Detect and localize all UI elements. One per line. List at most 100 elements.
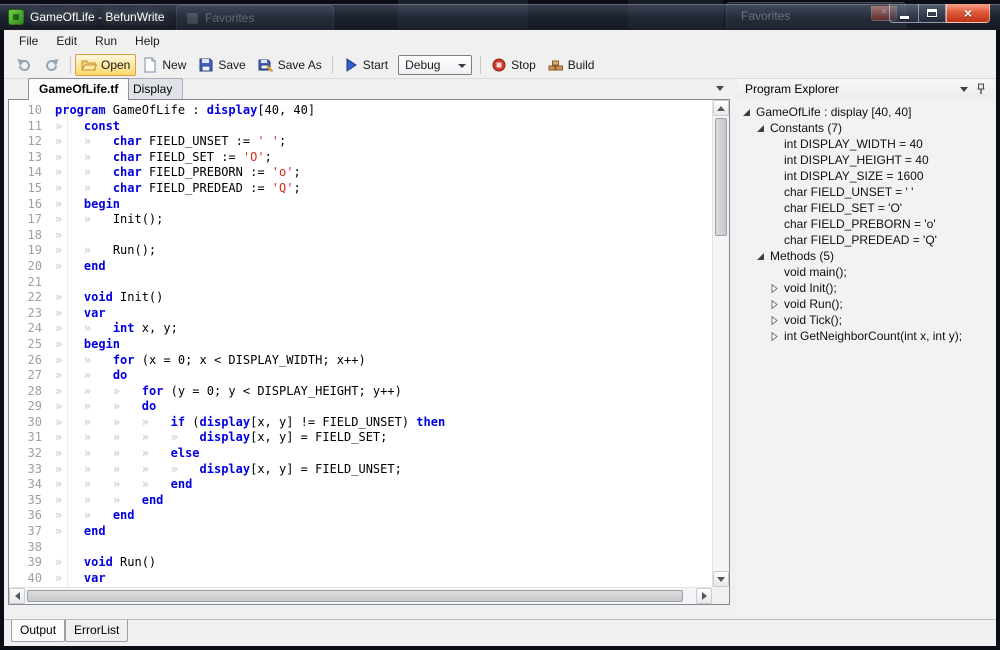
tab-overflow-chevron-icon[interactable] bbox=[716, 86, 724, 91]
tab-indent-marker: » bbox=[55, 119, 84, 133]
tab-gameoflife[interactable]: GameOfLife.tf bbox=[28, 78, 129, 100]
code-token: begin bbox=[84, 197, 120, 211]
menu-edit[interactable]: Edit bbox=[47, 31, 86, 51]
tab-indent-marker: » bbox=[55, 524, 84, 538]
tab-indent-marker: » bbox=[84, 212, 113, 226]
window-title: GameOfLife - BefunWrite bbox=[30, 10, 165, 24]
tree-item-label: void Run(); bbox=[784, 297, 843, 311]
tree-item[interactable]: int DISPLAY_SIZE = 1600 bbox=[738, 168, 994, 184]
horizontal-scrollbar[interactable] bbox=[9, 587, 712, 604]
vertical-scroll-thumb[interactable] bbox=[715, 118, 727, 236]
program-explorer-tree: GameOfLife : display [40, 40]Constants (… bbox=[738, 99, 994, 619]
expander-closed-icon[interactable] bbox=[770, 284, 783, 293]
panel-menu-chevron-icon[interactable] bbox=[960, 87, 968, 92]
menu-file[interactable]: File bbox=[10, 31, 47, 51]
redo-button[interactable] bbox=[38, 54, 66, 76]
scroll-down-button[interactable] bbox=[713, 571, 729, 587]
vertical-scrollbar[interactable] bbox=[712, 100, 729, 587]
tab-indent-marker: » bbox=[55, 165, 84, 179]
code-token: display bbox=[200, 430, 251, 444]
build-button[interactable]: Build bbox=[542, 54, 601, 76]
undo-button[interactable] bbox=[10, 54, 38, 76]
tree-item-label: int DISPLAY_SIZE = 1600 bbox=[784, 169, 924, 183]
tree-item[interactable]: void main(); bbox=[738, 264, 994, 280]
tree-item[interactable]: int DISPLAY_HEIGHT = 40 bbox=[738, 152, 994, 168]
expander-closed-icon[interactable] bbox=[770, 332, 783, 341]
tree-item[interactable]: void Run(); bbox=[738, 296, 994, 312]
line-number: 31 bbox=[9, 430, 55, 446]
tree-item[interactable]: Constants (7) bbox=[738, 120, 994, 136]
line-number: 35 bbox=[9, 493, 55, 509]
code-line: 27» » do bbox=[9, 368, 712, 384]
tree-item[interactable]: int GetNeighborCount(int x, int y); bbox=[738, 328, 994, 344]
save-as-button[interactable]: Save As bbox=[252, 54, 328, 76]
stop-button-label: Stop bbox=[511, 58, 536, 72]
expander-open-icon[interactable] bbox=[756, 252, 769, 261]
line-number: 26 bbox=[9, 353, 55, 369]
tree-item[interactable]: char FIELD_PREDEAD = 'Q' bbox=[738, 232, 994, 248]
tree-item-label: char FIELD_PREDEAD = 'Q' bbox=[784, 233, 937, 247]
tree-item[interactable]: int DISPLAY_WIDTH = 40 bbox=[738, 136, 994, 152]
tab-indent-marker: » bbox=[55, 306, 84, 320]
tab-display[interactable]: Display bbox=[122, 78, 183, 99]
close-button[interactable]: × bbox=[946, 4, 990, 23]
tree-item[interactable]: void Tick(); bbox=[738, 312, 994, 328]
tree-item[interactable]: GameOfLife : display [40, 40] bbox=[738, 104, 994, 120]
code-token: ' ' bbox=[257, 134, 279, 148]
minimize-button[interactable] bbox=[889, 4, 918, 23]
code-line: 23» var bbox=[9, 306, 712, 322]
tab-indent-marker: » bbox=[113, 415, 142, 429]
code-token: ; bbox=[265, 150, 272, 164]
scroll-left-button[interactable] bbox=[9, 588, 25, 604]
code-token: display bbox=[200, 462, 251, 476]
start-button[interactable]: Start bbox=[337, 54, 394, 76]
tab-indent-marker: » bbox=[113, 430, 142, 444]
tree-item[interactable]: char FIELD_UNSET = ' ' bbox=[738, 184, 994, 200]
scroll-up-button[interactable] bbox=[713, 100, 729, 116]
horizontal-scroll-thumb[interactable] bbox=[27, 590, 683, 602]
code-line: 18» bbox=[9, 228, 712, 244]
code-editor[interactable]: 10program GameOfLife : display[40, 40]11… bbox=[9, 100, 712, 587]
program-explorer-header[interactable]: Program Explorer bbox=[738, 79, 994, 99]
panel-splitter[interactable] bbox=[730, 79, 738, 619]
stop-button[interactable]: Stop bbox=[485, 54, 542, 76]
line-number: 37 bbox=[9, 524, 55, 540]
tree-item[interactable]: char FIELD_PREBORN = 'o' bbox=[738, 216, 994, 232]
debug-mode-select[interactable]: Debug bbox=[398, 55, 472, 75]
pin-icon[interactable] bbox=[975, 83, 986, 98]
code-token: 'O' bbox=[243, 150, 265, 164]
expander-closed-icon[interactable] bbox=[770, 300, 783, 309]
code-token: for bbox=[113, 353, 135, 367]
expander-closed-icon[interactable] bbox=[770, 316, 783, 325]
code-token: else bbox=[171, 446, 200, 460]
maximize-button[interactable] bbox=[918, 4, 946, 23]
new-button[interactable]: New bbox=[136, 54, 192, 76]
menu-help[interactable]: Help bbox=[126, 31, 169, 51]
save-button[interactable]: Save bbox=[192, 54, 251, 76]
tree-item-label: void Tick(); bbox=[784, 313, 842, 327]
menu-run[interactable]: Run bbox=[86, 31, 126, 51]
code-token: Init() bbox=[113, 290, 164, 304]
tree-item[interactable]: char FIELD_SET = 'O' bbox=[738, 200, 994, 216]
title-bar[interactable]: GameOfLife - BefunWrite bbox=[0, 4, 1000, 30]
tree-item-label: char FIELD_UNSET = ' ' bbox=[784, 185, 913, 199]
combo-arrow-icon bbox=[458, 64, 466, 68]
tree-item[interactable]: Methods (5) bbox=[738, 248, 994, 264]
tab-errorlist[interactable]: ErrorList bbox=[65, 620, 128, 642]
new-button-label: New bbox=[162, 58, 186, 72]
arrow-left-icon bbox=[15, 592, 20, 600]
expander-open-icon[interactable] bbox=[742, 108, 755, 117]
scroll-right-button[interactable] bbox=[696, 588, 712, 604]
line-number: 32 bbox=[9, 446, 55, 462]
tab-output[interactable]: Output bbox=[11, 620, 65, 642]
open-button[interactable]: Open bbox=[75, 54, 136, 76]
debug-mode-value: Debug bbox=[405, 58, 440, 72]
tab-indent-marker: » bbox=[55, 508, 84, 522]
tree-item-label: int GetNeighborCount(int x, int y); bbox=[784, 329, 962, 343]
code-token: 'o' bbox=[272, 165, 294, 179]
window-controls: × bbox=[889, 4, 990, 23]
tab-indent-marker: » bbox=[55, 399, 84, 413]
expander-open-icon[interactable] bbox=[756, 124, 769, 133]
code-token: end bbox=[113, 508, 135, 522]
tree-item[interactable]: void Init(); bbox=[738, 280, 994, 296]
